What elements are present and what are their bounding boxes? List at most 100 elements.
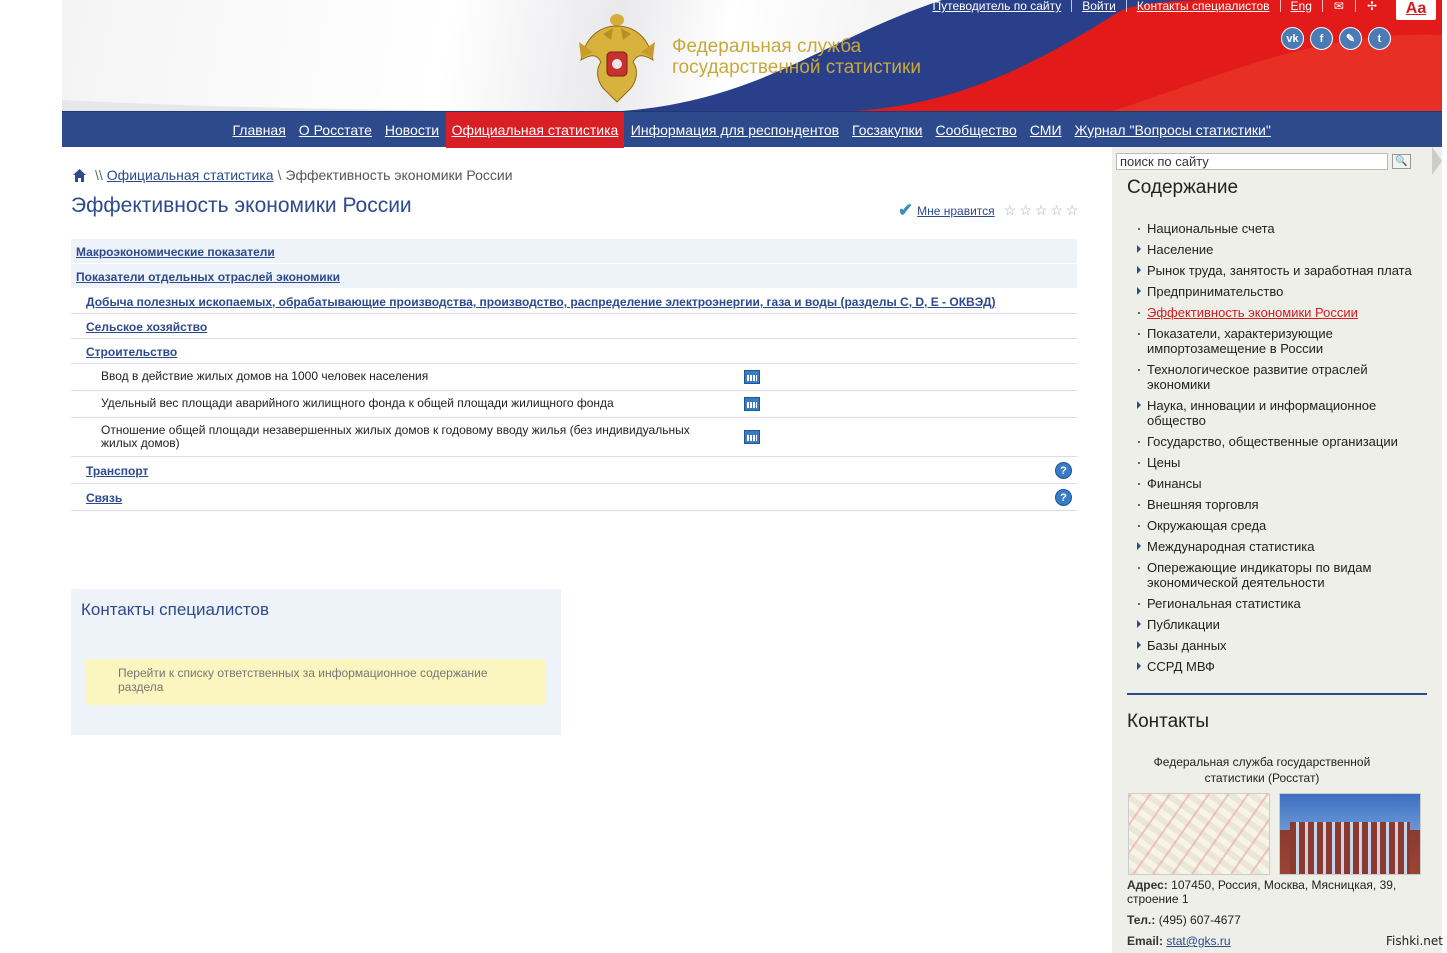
star-icon[interactable]: ☆: [1066, 202, 1079, 219]
specialists-contacts-link[interactable]: Контакты специалистов: [1125, 0, 1280, 12]
address-line: Адрес: 107450, Россия, Москва, Мясницкая…: [1127, 878, 1427, 906]
subsection-agriculture-link[interactable]: Сельское хозяйство: [86, 320, 207, 334]
breadcrumb-official-statistics[interactable]: Официальная статистика: [107, 167, 274, 183]
subsection-transport-link[interactable]: Транспорт: [86, 464, 148, 478]
checkmark-icon: ✔: [898, 200, 914, 220]
nav-official-statistics[interactable]: Официальная статистика: [445, 111, 625, 148]
nav-media[interactable]: СМИ: [1023, 112, 1068, 148]
nav-procurement[interactable]: Госзакупки: [846, 112, 929, 148]
table-data-icon[interactable]: [744, 430, 760, 444]
subsection-communication-link[interactable]: Связь: [86, 491, 122, 505]
toc-item-publications[interactable]: Публикации: [1127, 617, 1427, 632]
facebook-icon[interactable]: f: [1310, 27, 1333, 50]
toc-item-label: Публикации: [1147, 617, 1220, 632]
responsible-list-link[interactable]: Перейти к списку ответственных за информ…: [86, 659, 546, 705]
toc-item-regional[interactable]: Региональная статистика: [1127, 596, 1427, 611]
address-value: 107450, Россия, Москва, Мясницкая, 39, с…: [1127, 878, 1397, 906]
site-title[interactable]: Федеральная служба государственной стати…: [672, 36, 921, 78]
like-link[interactable]: Мне нравится: [917, 204, 995, 218]
twitter-icon[interactable]: t: [1368, 27, 1391, 50]
toc-item-national-accounts[interactable]: Национальные счета: [1127, 221, 1427, 236]
toc-title: Содержание: [1127, 177, 1239, 198]
nav-news[interactable]: Новости: [378, 112, 445, 148]
subsection-mining-link[interactable]: Добыча полезных ископаемых, обрабатывающ…: [86, 295, 996, 309]
toc-item-environment[interactable]: Окружающая среда: [1127, 518, 1427, 533]
table-row: Удельный вес площади аварийного жилищног…: [71, 391, 1077, 418]
toc-item-state[interactable]: Государство, общественные организации: [1127, 434, 1427, 449]
star-icon[interactable]: ☆: [1004, 202, 1017, 219]
font-size-button[interactable]: Aa: [1396, 0, 1436, 20]
home-icon[interactable]: [72, 168, 87, 183]
email-label: Email:: [1127, 934, 1164, 948]
nav-home[interactable]: Главная: [226, 112, 292, 148]
toc-item-label: Финансы: [1147, 476, 1202, 491]
toc-item-tech-development[interactable]: Технологическое развитие отраслей эконом…: [1127, 362, 1427, 392]
table-row: Ввод в действие жилых домов на 1000 чело…: [71, 364, 1077, 391]
toc-item-finance[interactable]: Финансы: [1127, 476, 1427, 491]
indicator-label: Ввод в действие жилых домов на 1000 чело…: [101, 369, 429, 383]
table-row: Связь ?: [71, 484, 1077, 511]
toc-item-entrepreneurship[interactable]: Предпринимательство: [1127, 284, 1427, 299]
star-icon[interactable]: ☆: [1050, 202, 1063, 219]
mail-icon[interactable]: ✉: [1321, 0, 1355, 12]
toc-item-label: Внешняя торговля: [1147, 497, 1259, 512]
toc-item-label: Показатели, характеризующие импортозамещ…: [1147, 326, 1333, 356]
nav-journal[interactable]: Журнал "Вопросы статистики": [1068, 112, 1277, 148]
livejournal-icon[interactable]: ✎: [1339, 27, 1362, 50]
sidebar-arrow: [1432, 147, 1442, 175]
toc-item-databases[interactable]: Базы данных: [1127, 638, 1427, 653]
help-icon[interactable]: ?: [1055, 489, 1072, 506]
vk-icon[interactable]: vk: [1281, 27, 1304, 50]
toc-item-label: Население: [1147, 242, 1214, 257]
table-data-icon[interactable]: [744, 370, 760, 384]
breadcrumb-separator: \\: [95, 167, 103, 183]
table-row: Макроэкономические показатели: [71, 239, 1077, 264]
table-row: Добыча полезных ископаемых, обрабатывающ…: [71, 289, 1077, 314]
nav-community[interactable]: Сообщество: [929, 112, 1023, 148]
section-macro-link[interactable]: Макроэкономические показатели: [76, 245, 275, 259]
nav-respondents[interactable]: Информация для респондентов: [624, 112, 845, 148]
org-name: Федеральная служба государственной стати…: [1153, 755, 1371, 785]
search-icon[interactable]: 🔍: [1392, 154, 1411, 169]
search-input[interactable]: поиск по сайту: [1116, 153, 1388, 170]
toc-item-foreign-trade[interactable]: Внешняя торговля: [1127, 497, 1427, 512]
english-link[interactable]: Eng: [1279, 0, 1322, 12]
toc-item-import-substitution[interactable]: Показатели, характеризующие импортозамещ…: [1127, 326, 1427, 356]
toc-item-science[interactable]: Наука, инновации и информационное общест…: [1127, 398, 1427, 428]
toc-item-label: Опережающие индикаторы по видам экономич…: [1147, 560, 1372, 590]
toc-item-prices[interactable]: Цены: [1127, 455, 1427, 470]
indicator-label: Отношение общей площади незавершенных жи…: [101, 423, 690, 450]
toc-item-label: Окружающая среда: [1147, 518, 1267, 533]
help-icon[interactable]: ?: [1055, 462, 1072, 479]
table-row: Строительство: [71, 339, 1077, 364]
star-icon[interactable]: ☆: [1019, 202, 1032, 219]
toc-item-economic-efficiency[interactable]: Эффективность экономики России: [1127, 305, 1427, 320]
toc-list: Национальные счета Население Рынок труда…: [1127, 221, 1427, 680]
toc-item-international[interactable]: Международная статистика: [1127, 539, 1427, 554]
nav-about[interactable]: О Росстате: [292, 112, 378, 148]
toc-item-labor-market[interactable]: Рынок труда, занятость и заработная плат…: [1127, 263, 1427, 278]
login-link[interactable]: Войти: [1071, 0, 1126, 12]
toc-item-sdds[interactable]: ССРД МВФ: [1127, 659, 1427, 674]
building-photo[interactable]: [1279, 793, 1421, 875]
site-guide-link[interactable]: Путеводитель по сайту: [922, 0, 1071, 12]
phone-label: Тел.:: [1127, 913, 1156, 927]
star-icon[interactable]: ☆: [1035, 202, 1048, 219]
russian-emblem-icon: [579, 14, 655, 103]
toc-item-leading-indicators[interactable]: Опережающие индикаторы по видам экономич…: [1127, 560, 1427, 590]
toc-item-label: Наука, инновации и информационное общест…: [1147, 398, 1377, 428]
table-row: Отношение общей площади незавершенных жи…: [71, 418, 1077, 457]
breadcrumb-separator: \: [277, 167, 282, 183]
location-map-image[interactable]: [1128, 793, 1270, 875]
table-data-icon[interactable]: [744, 397, 760, 411]
toc-item-population[interactable]: Население: [1127, 242, 1427, 257]
table-row: Транспорт ?: [71, 457, 1077, 484]
sitemap-icon[interactable]: ✢: [1354, 0, 1388, 12]
email-link[interactable]: stat@gks.ru: [1166, 934, 1230, 948]
subsection-construction-link[interactable]: Строительство: [86, 345, 177, 359]
indicator-label: Удельный вес площади аварийного жилищног…: [101, 396, 614, 410]
sidebar: поиск по сайту 🔍 Содержание Национальные…: [1112, 147, 1442, 953]
breadcrumb-current: Эффективность экономики России: [285, 167, 513, 183]
toc-item-label: Международная статистика: [1147, 539, 1315, 554]
section-industries-link[interactable]: Показатели отдельных отраслей экономики: [76, 270, 340, 284]
